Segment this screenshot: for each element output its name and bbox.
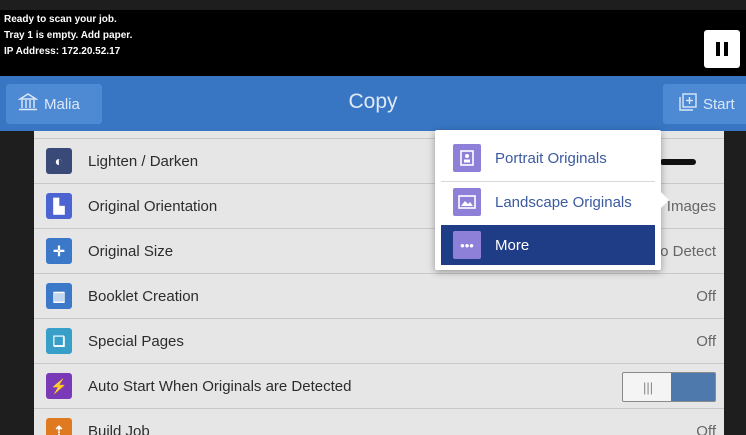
start-label: Start bbox=[703, 95, 735, 113]
setting-value: Off bbox=[696, 422, 716, 435]
setting-auto-start[interactable]: ⚡ Auto Start When Originals are Detected… bbox=[34, 364, 724, 409]
menu-item-more[interactable]: ••• More bbox=[441, 225, 655, 265]
setting-value: o Detect bbox=[660, 242, 716, 260]
grip-icon: ||| bbox=[643, 380, 654, 395]
menu-item-label: Landscape Originals bbox=[495, 193, 632, 211]
size-icon: ✛ bbox=[46, 238, 72, 264]
setting-value: Off bbox=[696, 332, 716, 350]
toggle-knob bbox=[671, 373, 715, 401]
status-bar: Ready to scan your job. Tray 1 is empty.… bbox=[0, 10, 746, 76]
popup-pointer bbox=[661, 192, 669, 208]
pause-button[interactable] bbox=[704, 30, 740, 68]
setting-booklet-creation[interactable]: ▥ Booklet Creation Off bbox=[34, 274, 724, 319]
slider-track bbox=[660, 159, 696, 165]
menu-item-portrait-originals[interactable]: Portrait Originals bbox=[441, 138, 655, 178]
orientation-popup-menu: Portrait Originals Landscape Originals •… bbox=[435, 130, 669, 270]
setting-build-job[interactable]: ⇡ Build Job Off bbox=[34, 409, 724, 435]
portrait-icon bbox=[453, 144, 481, 172]
start-icon bbox=[679, 93, 697, 115]
status-line: IP Address: 172.20.52.17 bbox=[4, 46, 121, 57]
contrast-icon: ◐ bbox=[46, 148, 72, 174]
orientation-icon: ▙ bbox=[46, 193, 72, 219]
setting-label: Booklet Creation bbox=[88, 287, 199, 305]
booklet-icon: ▥ bbox=[46, 283, 72, 309]
pause-icon bbox=[714, 42, 730, 56]
setting-label: Build Job bbox=[88, 422, 150, 435]
menu-item-label: More bbox=[495, 236, 530, 254]
setting-value: Images bbox=[666, 197, 716, 215]
build-job-icon: ⇡ bbox=[46, 418, 72, 435]
setting-value: Off bbox=[696, 287, 716, 305]
setting-label: Auto Start When Originals are Detected bbox=[88, 377, 352, 395]
setting-label: Special Pages bbox=[88, 332, 184, 350]
menu-item-landscape-originals[interactable]: Landscape Originals bbox=[441, 182, 655, 222]
status-line: Tray 1 is empty. Add paper. bbox=[4, 30, 133, 41]
setting-label: Original Size bbox=[88, 242, 174, 260]
app-header: Malia Copy Start bbox=[0, 76, 746, 131]
status-line: Ready to scan your job. bbox=[4, 14, 117, 25]
start-button[interactable]: Start bbox=[663, 84, 746, 124]
setting-label: Original Orientation bbox=[88, 197, 218, 215]
setting-label: Lighten / Darken bbox=[88, 152, 199, 170]
setting-special-pages[interactable]: ❏ Special Pages Off bbox=[34, 319, 724, 364]
landscape-icon bbox=[453, 188, 481, 216]
menu-item-label: Portrait Originals bbox=[495, 149, 607, 167]
more-icon: ••• bbox=[453, 231, 481, 259]
page-title: Copy bbox=[348, 90, 398, 113]
auto-start-toggle[interactable]: ||| bbox=[622, 372, 716, 402]
pages-icon: ❏ bbox=[46, 328, 72, 354]
auto-start-icon: ⚡ bbox=[46, 373, 72, 399]
